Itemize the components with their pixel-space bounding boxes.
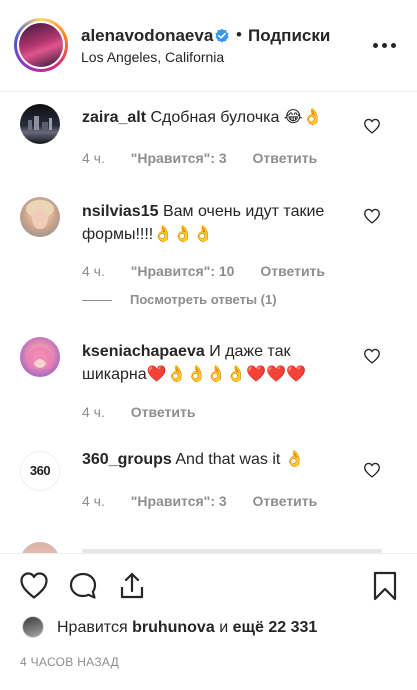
reply-button[interactable]: Ответить [253,150,318,166]
post-location[interactable]: Los Angeles, California [81,49,224,65]
comment-time[interactable]: 4 ч. [82,404,105,420]
following-button[interactable]: Подписки [248,26,330,46]
commenter-username[interactable]: nsilvias15 [82,203,159,220]
profile-avatar-ring[interactable] [14,18,68,72]
360-logo-icon: 360 [29,463,51,478]
header-separator: • [236,25,242,44]
commenter-username[interactable]: kseniachapaeva [82,343,205,360]
reply-button[interactable]: Ответить [253,493,318,509]
heart-icon[interactable] [363,462,381,478]
replies-divider [82,300,112,302]
reply-button[interactable]: Ответить [131,404,196,420]
comment-text: And that was it 👌 [175,451,305,468]
author-username[interactable]: alenavodonaeva [81,26,213,46]
comment-likes[interactable]: "Нравится": 10 [131,263,235,279]
comment-time[interactable]: 4 ч. [82,150,105,166]
comment-partial [82,539,382,553]
comment-time[interactable]: 4 ч. [82,263,105,279]
view-replies-button[interactable]: Посмотреть ответы (1) [82,292,277,307]
view-replies-label: Посмотреть ответы (1) [130,292,277,307]
commenter-username[interactable]: 360_groups [82,451,172,468]
comment-text: Сдобная булочка 😂👌 [150,109,323,126]
comment-time[interactable]: 4 ч. [82,493,105,509]
commenter-username[interactable]: zaira_alt [82,109,146,126]
commenter-avatar[interactable] [20,197,60,237]
bookmark-save-icon[interactable] [369,570,401,602]
likes-conj: и [219,619,229,636]
comment-likes[interactable]: "Нравится": 3 [131,493,227,509]
comment-likes[interactable]: "Нравится": 3 [131,150,227,166]
commenter-avatar[interactable] [20,104,60,144]
post-timestamp[interactable]: 4 ЧАСОВ НАЗАД [20,655,119,669]
like-heart-icon[interactable] [18,570,50,602]
reply-button[interactable]: Ответить [260,263,325,279]
commenter-avatar-partial[interactable] [20,542,60,553]
liker-avatar[interactable] [22,616,44,638]
likes-prefix: Нравится [57,619,128,636]
profile-avatar[interactable] [19,23,63,67]
share-upload-icon[interactable] [116,570,148,602]
comment-bubble-icon[interactable] [67,570,99,602]
commenter-avatar[interactable] [20,337,60,377]
commenter-avatar[interactable]: 360 [20,451,60,491]
comments-list[interactable]: zaira_alt Сдобная булочка 😂👌 4 ч. "Нрави… [0,93,417,553]
more-options-icon[interactable] [373,43,397,49]
heart-icon[interactable] [363,118,381,134]
post-header: alenavodonaeva • Подписки Los Angeles, C… [0,0,417,92]
post-actions-bar: Нравится bruhunova и ещё 22 331 4 ЧАСОВ … [0,553,417,690]
liker-username[interactable]: bruhunova [132,619,215,636]
heart-icon[interactable] [363,348,381,364]
verified-badge-icon [215,28,229,43]
likes-others-count[interactable]: ещё 22 331 [233,619,318,636]
heart-icon[interactable] [363,208,381,224]
